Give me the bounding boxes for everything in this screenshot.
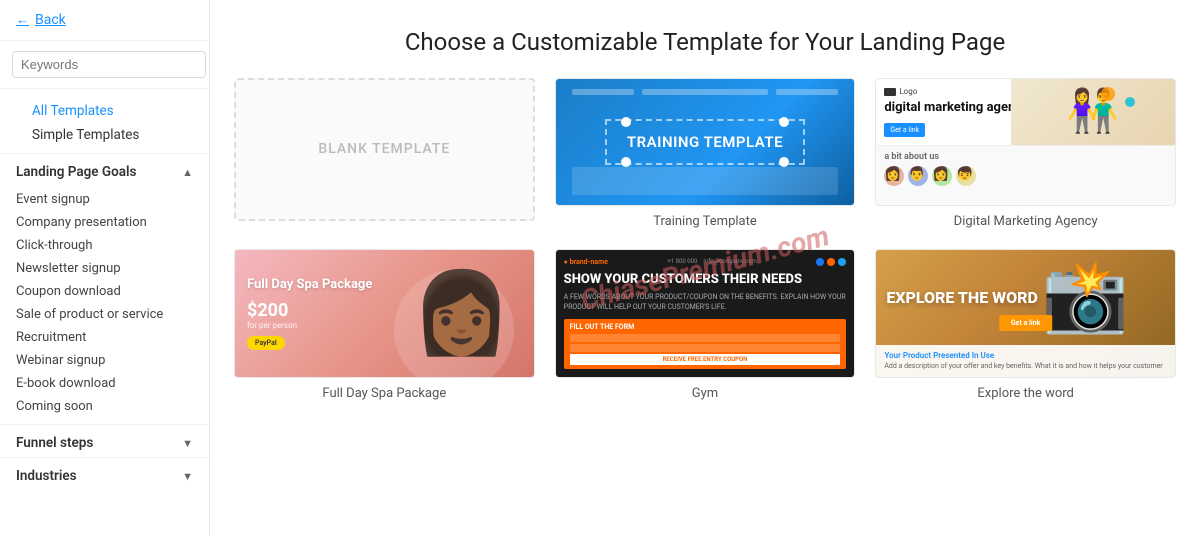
sidebar-item-click-through[interactable]: Click-through [0, 234, 209, 257]
blank-preview: BLANK TEMPLATE [234, 78, 535, 221]
gym-social [816, 258, 846, 266]
sidebar-item-company-presentation[interactable]: Company presentation [0, 211, 209, 234]
template-card-dma[interactable]: Logo digital marketing agency. Get a lin… [875, 78, 1176, 229]
instagram-icon [827, 258, 835, 266]
landing-goals-items: Event signup Company presentation Click-… [0, 186, 209, 424]
gym-phone: +1 800 000 [667, 258, 697, 265]
spa-price: $200 [247, 300, 522, 321]
explore-top: EXPLORE THE WORD 📸 Get a link [876, 250, 1175, 345]
training-template-text: TRAINING TEMPLATE [605, 119, 805, 165]
facebook-icon [816, 258, 824, 266]
sidebar-item-newsletter-signup[interactable]: Newsletter signup [0, 257, 209, 280]
gym-sub: A FEW WORDS ABOUT YOUR PRODUCT/COUPON ON… [564, 293, 847, 313]
gym-contact: +1 800 000 info@company.com [667, 258, 756, 265]
dma-about-label: a bit about us [884, 152, 1167, 162]
gym-preview: ● brand-name +1 800 000 info@company.com… [555, 249, 856, 378]
spa-pay-btn: PayPal [247, 336, 285, 350]
sidebar-category-funnel-steps[interactable]: Funnel steps ▼ [0, 424, 209, 457]
gym-submit-btn: RECEIVE FREE ENTRY COUPON [570, 354, 841, 365]
dma-cta-btn: Get a link [884, 123, 925, 137]
dma-bottom: a bit about us 👩 👨 👩 👦 [876, 145, 1175, 205]
sidebar-all-templates[interactable]: All Templates [16, 99, 193, 123]
gym-headline: SHOW YOUR CUSTOMERS THEIR NEEDS [564, 272, 847, 288]
training-dot-bl [621, 157, 631, 167]
twitter-icon [838, 258, 846, 266]
sidebar-simple-templates[interactable]: Simple Templates [16, 123, 193, 147]
dma-logo-icon [884, 88, 896, 96]
sidebar-item-webinar-signup[interactable]: Webinar signup [0, 349, 209, 372]
gym-form: FILL OUT THE FORM RECEIVE FREE ENTRY COU… [564, 319, 847, 369]
spa-title: Full Day Spa Package [247, 277, 522, 294]
sidebar-item-coupon-download[interactable]: Coupon download [0, 280, 209, 303]
dma-people: 👫 [1011, 79, 1175, 145]
landing-goals-label: Landing Page Goals [16, 164, 136, 180]
back-label: Back [35, 12, 66, 28]
dma-avatars: 👩 👨 👩 👦 [884, 166, 1167, 186]
chevron-down-icon: ▼ [182, 437, 193, 450]
avatar-2: 👨 [908, 166, 928, 186]
chevron-up-icon: ▲ [182, 166, 193, 179]
training-template-label: Training Template [653, 214, 757, 229]
training-preview: TRAINING TEMPLATE [555, 78, 856, 206]
gym-header: ● brand-name +1 800 000 info@company.com [564, 258, 847, 266]
template-card-training[interactable]: TRAINING TEMPLATE Training Template [555, 78, 856, 229]
gym-input-2 [570, 344, 841, 352]
search-input[interactable] [12, 51, 206, 78]
avatar-4: 👦 [956, 166, 976, 186]
sidebar-item-recruitment[interactable]: Recruitment [0, 326, 209, 349]
training-dot-br [779, 157, 789, 167]
templates-links: All Templates Simple Templates [0, 89, 209, 153]
back-button[interactable]: ← Back [0, 0, 209, 41]
dma-preview: Logo digital marketing agency. Get a lin… [875, 78, 1176, 206]
avatar-1: 👩 [884, 166, 904, 186]
gym-form-title: FILL OUT THE FORM [570, 323, 841, 331]
spa-preview: Full Day Spa Package $200 for per person… [234, 249, 535, 378]
spa-template-label: Full Day Spa Package [322, 386, 446, 401]
explore-product-title: Your Product Presented In Use [884, 351, 1167, 360]
templates-grid: BLANK TEMPLATE TRAINING TEMPLATE [234, 78, 1176, 421]
explore-preview: EXPLORE THE WORD 📸 Get a link Your Produ… [875, 249, 1176, 378]
template-card-gym[interactable]: ● brand-name +1 800 000 info@company.com… [555, 249, 856, 401]
sidebar-item-sale-of-product[interactable]: Sale of product or service [0, 303, 209, 326]
avatar-3: 👩 [932, 166, 952, 186]
gym-email: info@company.com [703, 258, 756, 265]
page-title: Choose a Customizable Template for Your … [234, 0, 1176, 78]
dma-template-label: Digital Marketing Agency [954, 214, 1098, 229]
template-card-spa[interactable]: Full Day Spa Package $200 for per person… [234, 249, 535, 401]
funnel-steps-label: Funnel steps [16, 435, 93, 451]
gym-input-1 [570, 334, 841, 342]
gym-template-label: Gym [692, 386, 718, 401]
back-arrow-icon: ← [16, 12, 29, 28]
explore-bottom: Your Product Presented In Use Add a desc… [876, 345, 1175, 377]
training-dot-tr [779, 117, 789, 127]
main-content: ChiasePremium.com Choose a Customizable … [210, 0, 1200, 535]
spa-price-sub: for per person [247, 321, 522, 330]
sidebar: ← Back 🔍 All Templates Simple Templates … [0, 0, 210, 535]
search-box: 🔍 [0, 41, 209, 89]
sidebar-item-ebook-download[interactable]: E-book download [0, 372, 209, 395]
dma-top: Logo digital marketing agency. Get a lin… [876, 79, 1175, 145]
template-card-blank[interactable]: BLANK TEMPLATE [234, 78, 535, 229]
sidebar-item-coming-soon[interactable]: Coming soon [0, 395, 209, 418]
industries-label: Industries [16, 468, 77, 484]
gym-logo: ● brand-name [564, 258, 608, 266]
sidebar-item-event-signup[interactable]: Event signup [0, 188, 209, 211]
explore-product-sub: Add a description of your offer and key … [884, 362, 1167, 371]
explore-template-label: Explore the word [977, 386, 1073, 401]
sidebar-category-landing-goals[interactable]: Landing Page Goals ▲ [0, 153, 209, 186]
template-card-explore[interactable]: EXPLORE THE WORD 📸 Get a link Your Produ… [875, 249, 1176, 401]
dma-logo-text: Logo [899, 87, 917, 96]
blank-template-text: BLANK TEMPLATE [318, 141, 450, 157]
explore-cta-btn: Get a link [999, 315, 1053, 331]
spa-content: Full Day Spa Package $200 for per person… [235, 265, 534, 362]
chevron-down-icon-2: ▼ [182, 470, 193, 483]
sidebar-category-industries[interactable]: Industries ▼ [0, 457, 209, 490]
